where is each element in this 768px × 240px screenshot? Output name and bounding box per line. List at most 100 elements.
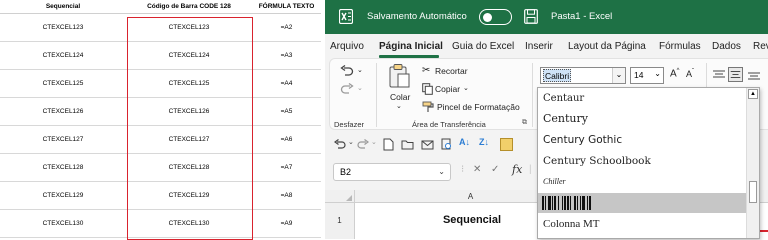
cell-formula[interactable]: =A9 — [252, 209, 321, 238]
cell-barcode[interactable]: CTEXCEL129 — [126, 181, 252, 210]
cell-sequencial[interactable]: CTEXCEL130 — [0, 209, 126, 238]
row-header-1[interactable]: 1 — [325, 203, 355, 239]
cell-sequencial[interactable]: CTEXCEL128 — [0, 153, 126, 182]
cell-barcode[interactable]: CTEXCEL125 — [126, 69, 252, 98]
clipboard-launcher-icon[interactable]: ⧉ — [522, 119, 527, 127]
cell-sequencial[interactable]: CTEXCEL129 — [0, 181, 126, 210]
cell-barcode[interactable]: CTEXCEL124 — [126, 41, 252, 70]
name-box-value[interactable]: B2 — [340, 167, 351, 177]
sort-descending-icon[interactable]: Z↓ — [479, 137, 489, 147]
copy-label[interactable]: Copiar — [435, 84, 460, 94]
cell-barcode[interactable]: CTEXCEL130 — [126, 209, 252, 238]
undo-icon[interactable] — [334, 139, 346, 150]
tab-pagina-inicial[interactable]: Página Inicial — [379, 41, 443, 52]
header-formula: FÓRMULA TEXTO — [252, 0, 321, 14]
align-top-icon[interactable] — [713, 69, 725, 81]
tab-dados[interactable]: Dados — [712, 41, 741, 52]
font-option-colonna-mt[interactable]: Colonna MT — [538, 214, 746, 234]
font-option-century[interactable]: Century — [538, 109, 746, 129]
qat-extra-icon[interactable] — [500, 138, 513, 151]
undo-dropdown-icon[interactable]: ⌄ — [357, 66, 363, 74]
autosave-toggle[interactable] — [479, 9, 512, 25]
table-row[interactable]: CTEXCEL124 CTEXCEL124 =A3 — [0, 41, 321, 70]
confirm-formula-icon[interactable]: ✓ — [491, 164, 499, 175]
font-size-combo[interactable]: 14 ⌄ — [630, 67, 664, 84]
redo-icon[interactable] — [357, 139, 369, 150]
tab-inserir[interactable]: Inserir — [525, 41, 553, 52]
table-row[interactable]: CTEXCEL128 CTEXCEL128 =A7 — [0, 153, 321, 182]
cell-formula[interactable]: =A6 — [252, 125, 321, 154]
table-row[interactable]: CTEXCEL129 CTEXCEL129 =A8 — [0, 181, 321, 210]
align-middle-icon[interactable] — [728, 67, 743, 82]
align-bottom-icon[interactable] — [748, 69, 760, 81]
paste-dropdown-icon[interactable]: ⌄ — [396, 102, 402, 110]
paste-icon[interactable] — [388, 63, 410, 89]
sort-ascending-icon[interactable]: A↓ — [459, 137, 470, 147]
tab-revisao[interactable]: Rev — [753, 41, 768, 52]
font-option-century-gothic[interactable]: Century Gothic — [538, 130, 746, 150]
scroll-thumb[interactable] — [749, 181, 757, 203]
cell-formula[interactable]: =A7 — [252, 153, 321, 182]
tab-guia-do-excel[interactable]: Guia do Excel — [452, 41, 514, 52]
font-dropdown-icon[interactable]: ⌄ — [612, 68, 625, 83]
font-option-chiller[interactable]: Chiller — [538, 172, 746, 192]
cancel-formula-icon[interactable]: ✕ — [473, 164, 481, 175]
print-preview-icon[interactable] — [440, 138, 453, 151]
toggle-knob — [483, 12, 492, 22]
font-name-combo[interactable]: Calibri ⌄ — [540, 67, 626, 84]
cell-sequencial[interactable]: CTEXCEL126 — [0, 97, 126, 126]
name-box-dropdown-icon[interactable]: ⌄ — [438, 167, 445, 176]
font-list-scrollbar[interactable]: ▲ — [746, 88, 759, 238]
undo-dropdown-icon[interactable]: ⌄ — [348, 138, 354, 146]
header-sequencial: Sequencial — [0, 0, 126, 14]
cell-sequencial[interactable]: CTEXCEL124 — [0, 41, 126, 70]
redo-dropdown-icon[interactable]: ⌄ — [371, 138, 377, 146]
cell-formula[interactable]: =A4 — [252, 69, 321, 98]
cut-label[interactable]: Recortar — [435, 66, 468, 76]
font-size-dropdown-icon[interactable]: ⌄ — [654, 69, 661, 78]
font-option-century-schoolbook[interactable]: Century Schoolbook — [538, 151, 746, 171]
table-row[interactable]: CTEXCEL130 CTEXCEL130 =A9 — [0, 209, 321, 238]
table-row[interactable]: CTEXCEL123 CTEXCEL123 =A2 — [0, 13, 321, 42]
font-option-code-128[interactable] — [538, 193, 746, 213]
open-folder-icon[interactable] — [401, 139, 415, 150]
tab-arquivo[interactable]: Arquivo — [330, 41, 364, 52]
format-painter-label[interactable]: Pincel de Formatação — [437, 102, 520, 112]
shrink-font-icon[interactable]: Aˇ — [686, 69, 694, 79]
scissors-icon[interactable]: ✂ — [422, 65, 430, 76]
tab-layout-da-pagina[interactable]: Layout da Página — [568, 41, 646, 52]
paintbrush-icon[interactable] — [422, 101, 434, 113]
name-box[interactable]: B2 ⌄ — [333, 163, 451, 181]
cell-barcode[interactable]: CTEXCEL123 — [126, 13, 252, 42]
font-size-value[interactable]: 14 — [634, 70, 643, 80]
font-option-centaur[interactable]: Centaur — [538, 89, 746, 109]
grow-font-icon[interactable]: A^ — [670, 68, 680, 79]
table-row[interactable]: CTEXCEL125 CTEXCEL125 =A4 — [0, 69, 321, 98]
cell-sequencial[interactable]: CTEXCEL123 — [0, 13, 126, 42]
select-all-button[interactable] — [325, 190, 355, 203]
redo-dropdown-icon[interactable]: ⌄ — [357, 84, 363, 92]
insert-function-icon[interactable]: fx — [512, 163, 522, 176]
cell-barcode[interactable]: CTEXCEL126 — [126, 97, 252, 126]
paste-label[interactable]: Colar — [390, 92, 410, 102]
table-row[interactable]: CTEXCEL126 CTEXCEL126 =A5 — [0, 97, 321, 126]
cell-formula[interactable]: =A3 — [252, 41, 321, 70]
save-icon[interactable] — [524, 9, 538, 24]
copy-icon[interactable] — [422, 83, 433, 95]
cell-sequencial[interactable]: CTEXCEL125 — [0, 69, 126, 98]
font-name-value[interactable]: Calibri — [543, 69, 572, 82]
scroll-up-icon[interactable]: ▲ — [748, 89, 758, 99]
copy-dropdown-icon[interactable]: ⌄ — [463, 84, 469, 92]
undo-icon[interactable] — [340, 65, 354, 77]
cell-barcode[interactable]: CTEXCEL127 — [126, 125, 252, 154]
redo-icon[interactable] — [340, 83, 354, 95]
cell-sequencial[interactable]: CTEXCEL127 — [0, 125, 126, 154]
new-document-icon[interactable] — [383, 138, 394, 151]
table-row[interactable]: CTEXCEL127 CTEXCEL127 =A6 — [0, 125, 321, 154]
tab-formulas[interactable]: Fórmulas — [659, 41, 701, 52]
cell-formula[interactable]: =A2 — [252, 13, 321, 42]
cell-formula[interactable]: =A8 — [252, 181, 321, 210]
cell-barcode[interactable]: CTEXCEL128 — [126, 153, 252, 182]
email-icon[interactable] — [421, 138, 434, 151]
cell-formula[interactable]: =A5 — [252, 97, 321, 126]
